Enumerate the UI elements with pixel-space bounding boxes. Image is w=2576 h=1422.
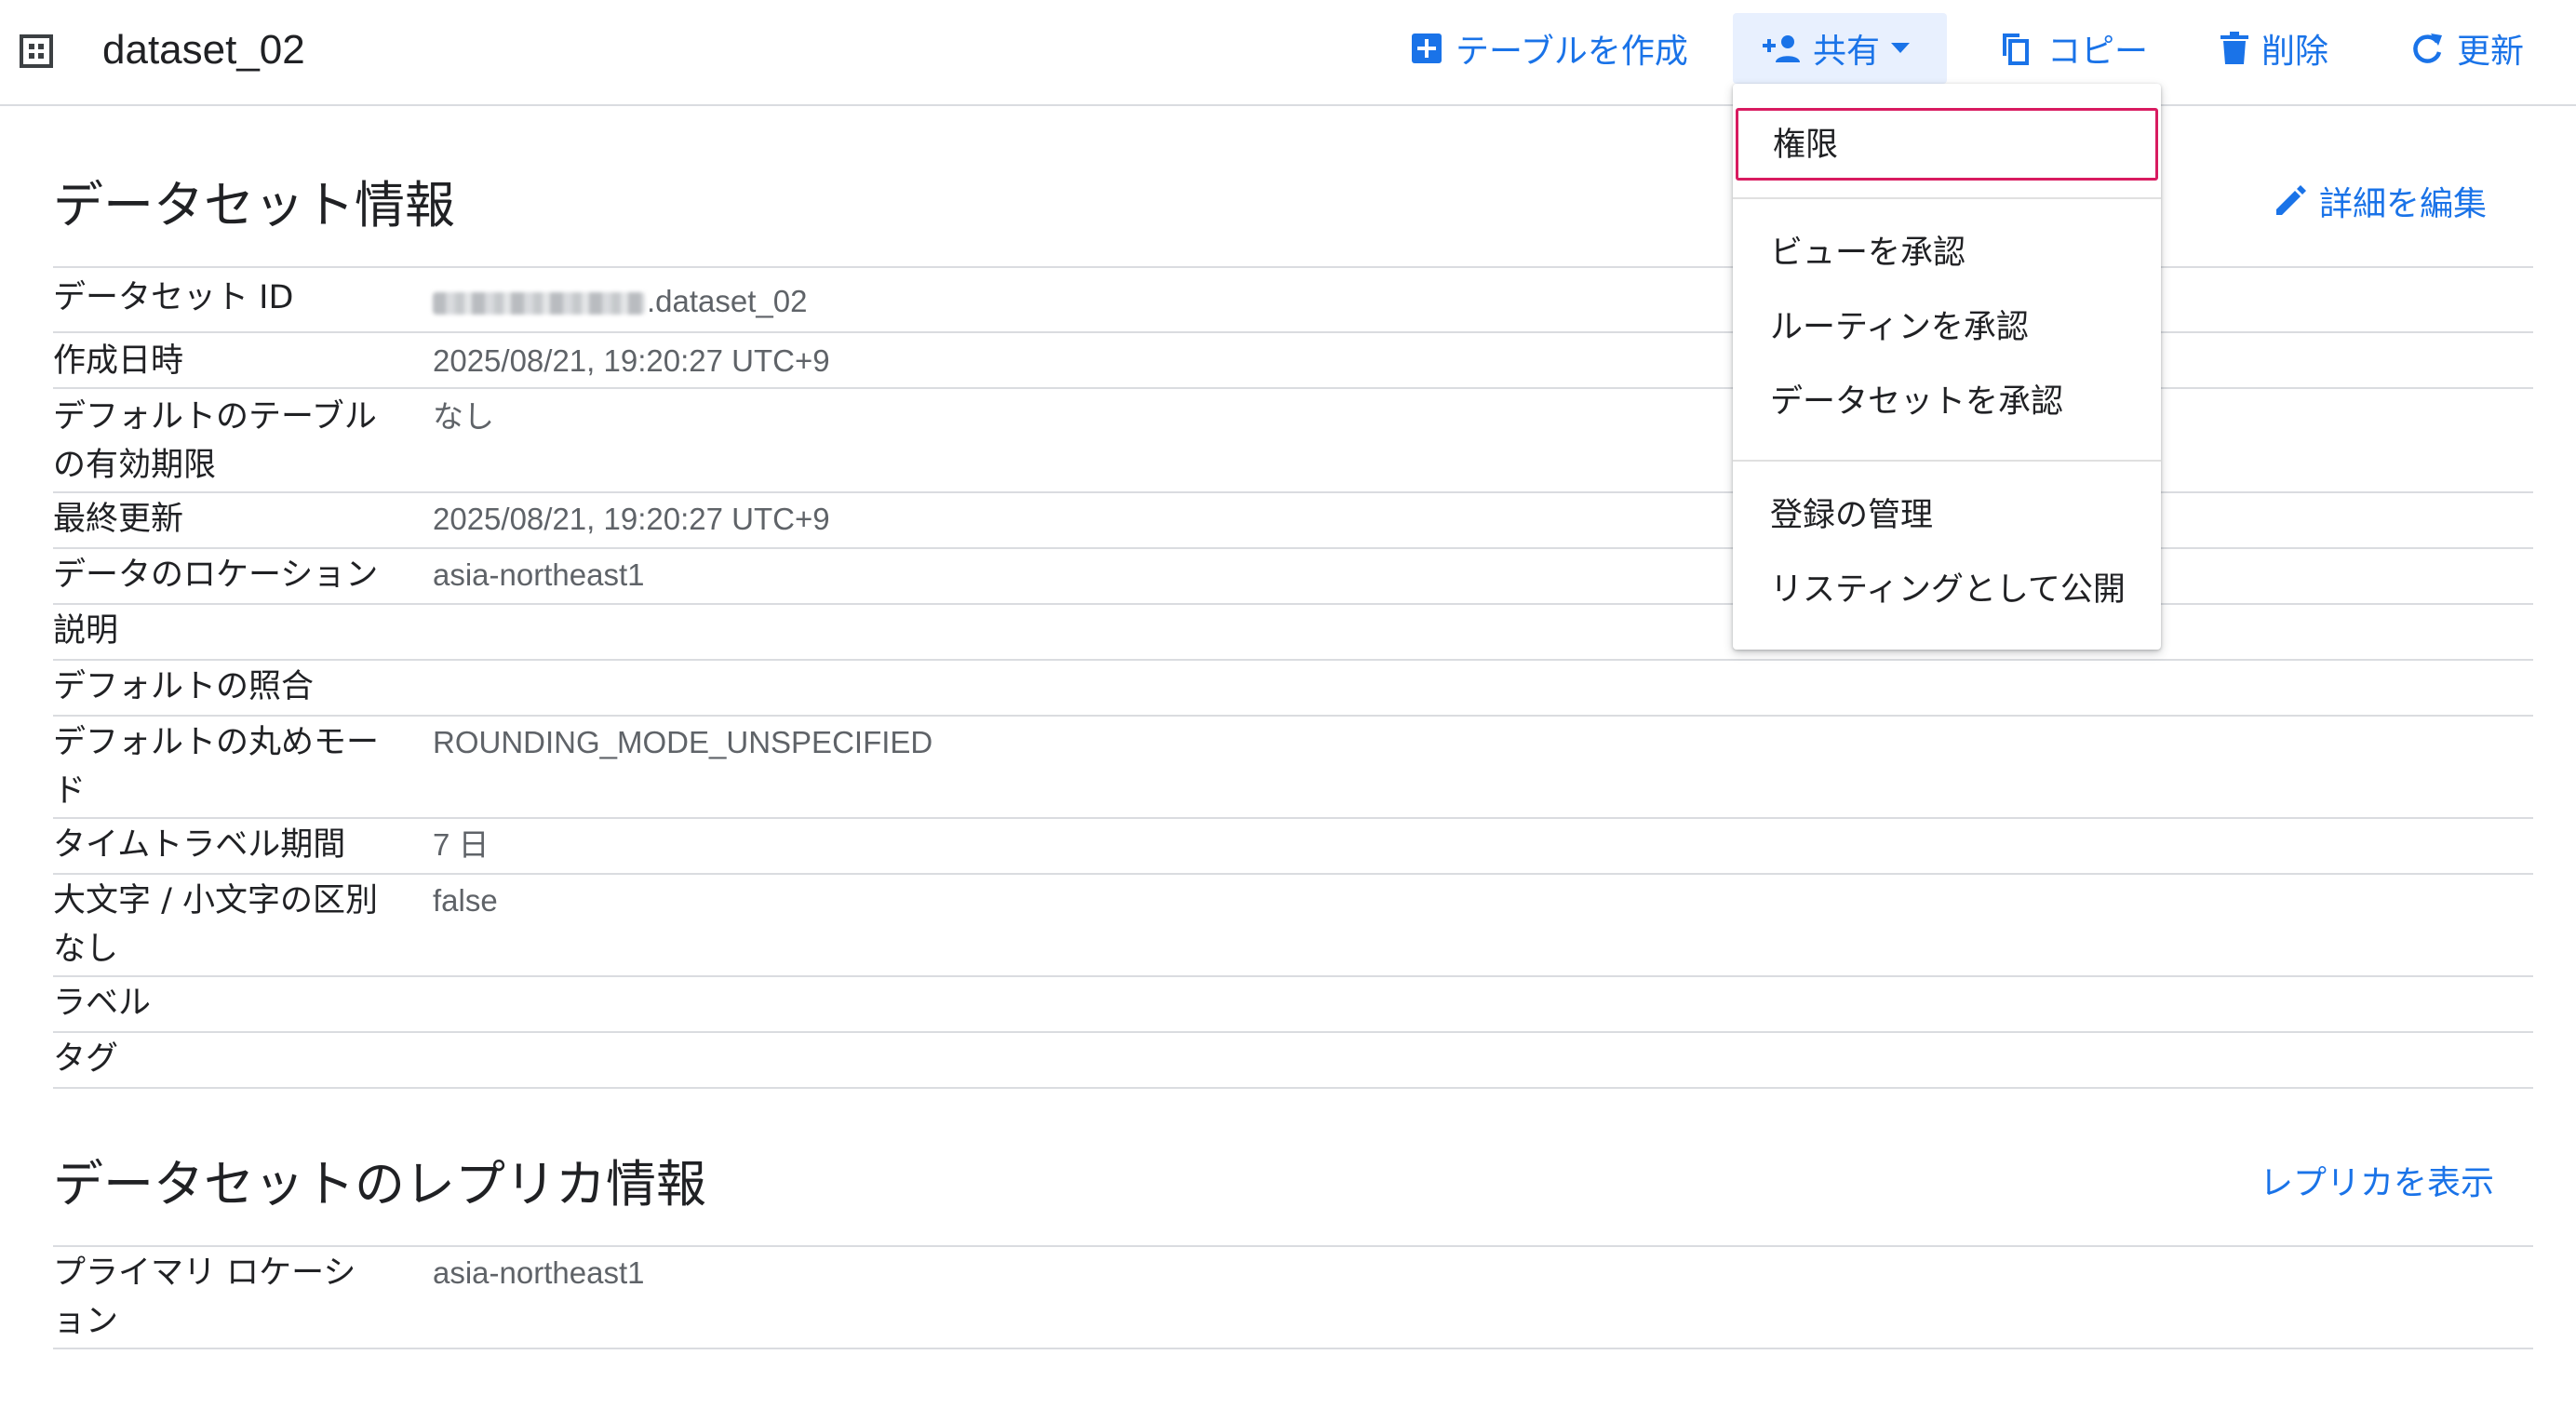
row-label-description: 説明 (53, 612, 119, 650)
menu-divider (1733, 197, 2161, 199)
dataset-id-suffix: .dataset_02 (647, 284, 808, 318)
delete-button[interactable]: 削除 (2220, 13, 2328, 84)
share-menu: 権限 ビューを承認 ルーティンを承認 データセットを承認 登録の管理 リスティン… (1733, 84, 2161, 650)
refresh-button[interactable]: 更新 (2410, 13, 2524, 84)
redacted-project-id (433, 292, 645, 315)
refresh-label: 更新 (2457, 33, 2525, 71)
pencil-icon (2276, 185, 2306, 215)
view-replicas-link[interactable]: レプリカを表示 (2260, 1156, 2494, 1204)
row-label-time-travel-window: タイムトラベル期間 (53, 826, 346, 864)
row-value-created: 2025/08/21, 19:20:27 UTC+9 (433, 343, 830, 378)
row-value-case-insensitive: false (433, 883, 498, 918)
row-label-dataset-id: データセット ID (53, 279, 294, 316)
dataset-info-title: データセット情報 (53, 176, 455, 235)
divider (53, 387, 2533, 389)
row-value-default-rounding-mode: ROUNDING_MODE_UNSPECIFIED (433, 725, 933, 759)
row-value-time-travel-window: 7 日 (433, 827, 490, 862)
row-label-default-rounding-mode: デフォルトの丸めモード (53, 724, 380, 810)
row-value-primary-location: asia-northeast1 (433, 1255, 645, 1290)
menu-item-permissions[interactable]: 権限 (1736, 108, 2158, 181)
divider (53, 547, 2533, 549)
divider (53, 266, 2533, 268)
row-label-default-collation: デフォルトの照合 (53, 668, 315, 705)
add-box-icon (1412, 34, 1442, 63)
divider (53, 603, 2533, 605)
refresh-icon (2413, 34, 2442, 63)
row-value-last-modified: 2025/08/21, 19:20:27 UTC+9 (433, 502, 830, 536)
divider (53, 1087, 2533, 1089)
menu-item-manage-subscriptions[interactable]: 登録の管理 (1733, 478, 2161, 553)
caret-down-icon (1891, 43, 1911, 53)
row-label-created: 作成日時 (53, 342, 184, 380)
page-header: dataset_02 テーブルを作成 共有 コピー 削除 更新 (0, 0, 2576, 106)
row-label-labels: ラベル (53, 985, 152, 1022)
divider (53, 873, 2533, 875)
edit-details-button[interactable]: 詳細を編集 (2273, 177, 2487, 225)
replica-info-title: データセットのレプリカ情報 (53, 1155, 706, 1214)
dataset-details-page: dataset_02 テーブルを作成 共有 コピー 削除 更新 データセット情報… (0, 0, 2576, 1422)
row-value-data-location: asia-northeast1 (433, 557, 645, 592)
create-table-button[interactable]: テーブルを作成 (1411, 13, 1688, 84)
row-label-default-table-expiration: デフォルトのテーブルの有効期限 (53, 398, 377, 484)
row-label-primary-location: プライマリ ロケーション (53, 1254, 356, 1340)
row-value-dataset-id: .dataset_02 (433, 277, 807, 326)
row-label-last-modified: 最終更新 (53, 501, 184, 538)
divider (53, 1245, 2533, 1247)
divider (53, 715, 2533, 717)
menu-item-authorize-routines[interactable]: ルーティンを承認 (1733, 290, 2161, 365)
divider (53, 491, 2533, 493)
view-replicas-label: レプリカを表示 (2260, 1164, 2495, 1202)
copy-label: コピー (2047, 33, 2149, 71)
divider (53, 331, 2533, 333)
create-table-label: テーブルを作成 (1456, 33, 1688, 71)
divider (53, 975, 2533, 977)
divider (53, 1031, 2533, 1033)
row-label-tags: タグ (53, 1040, 119, 1078)
share-button[interactable]: 共有 (1733, 13, 1947, 84)
delete-label: 削除 (2261, 33, 2329, 71)
row-value-default-table-expiration: なし (433, 399, 494, 434)
copy-button[interactable]: コピー (1999, 13, 2148, 84)
divider (53, 659, 2533, 661)
person-add-icon (1763, 35, 1800, 62)
menu-item-authorize-datasets[interactable]: データセットを承認 (1733, 365, 2161, 439)
row-label-case-insensitive: 大文字 / 小文字の区別なし (53, 882, 379, 968)
menu-item-authorize-views[interactable]: ビューを承認 (1733, 216, 2161, 290)
edit-details-label: 詳細を編集 (2319, 185, 2488, 223)
menu-item-publish-as-listing[interactable]: リスティングとして公開 (1733, 553, 2161, 627)
row-label-data-location: データのロケーション (53, 557, 379, 594)
menu-divider (1733, 460, 2161, 462)
share-label: 共有 (1813, 33, 1881, 71)
divider (53, 1348, 2533, 1349)
dataset-grid-icon (20, 34, 53, 68)
page-title: dataset_02 (102, 27, 305, 73)
trash-icon (2220, 32, 2248, 64)
copy-icon (2003, 34, 2029, 65)
divider (53, 817, 2533, 819)
